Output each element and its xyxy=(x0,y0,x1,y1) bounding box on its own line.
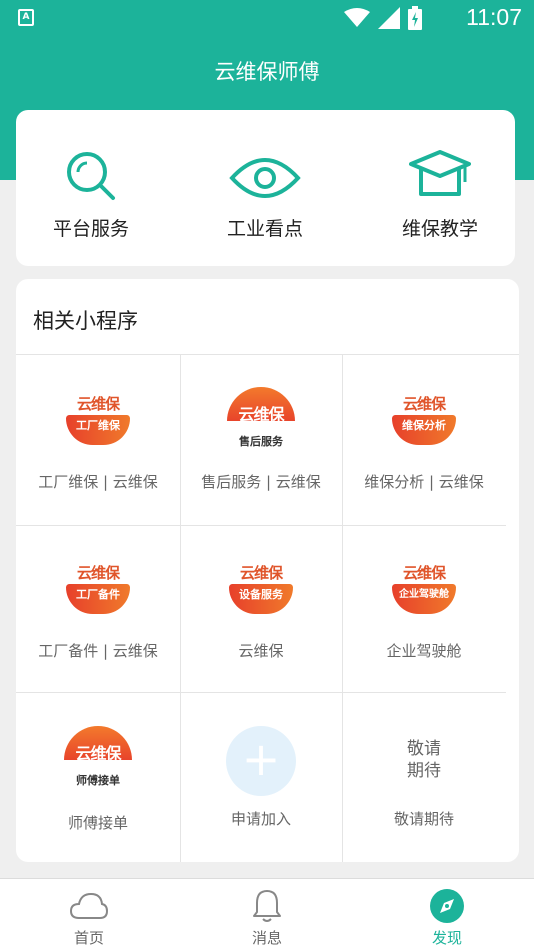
battery-icon xyxy=(408,6,422,30)
page-title: 云维保师傅 xyxy=(214,60,320,84)
divider xyxy=(16,354,519,355)
divider xyxy=(16,692,506,693)
mini-program-factory-maintenance[interactable]: 云维保 工厂维保 工厂维保 | 云维保 xyxy=(16,391,180,492)
quick-link-industry-watch[interactable]: 工业看点 xyxy=(190,146,340,241)
compass-icon xyxy=(430,889,464,923)
mini-programs-card: 相关小程序 云维保 工厂维保 工厂维保 | 云维保 云维保 售后服务 售后服务 … xyxy=(16,279,519,862)
mini-program-enterprise-cockpit[interactable]: 云维保 企业驾驶舱 企业驾驶舱 xyxy=(342,560,506,661)
quick-link-label: 平台服务 xyxy=(52,218,129,240)
mini-program-yunweibao[interactable]: 云维保 设备服务 云维保 xyxy=(180,560,342,661)
yunweibao-logo: 云维保 售后服务 xyxy=(225,387,297,455)
mini-program-caption: 工厂维保 | 云维保 xyxy=(38,473,158,491)
mini-program-caption: 售后服务 | 云维保 xyxy=(201,473,321,491)
tab-label: 消息 xyxy=(251,929,282,947)
mini-program-caption: 师傅接单 xyxy=(67,814,128,832)
mini-program-master-orders[interactable]: 云维保 师傅接单 师傅接单 xyxy=(16,726,180,833)
quick-link-label: 维保教学 xyxy=(401,218,478,240)
graduation-cap-icon xyxy=(409,150,471,196)
mini-program-maintenance-analysis[interactable]: 云维保 维保分析 维保分析 | 云维保 xyxy=(342,391,506,492)
apply-join-button[interactable]: + 申请加入 xyxy=(180,726,342,829)
section-title: 相关小程序 xyxy=(33,309,138,333)
tab-label: 发现 xyxy=(431,929,462,947)
quick-link-label: 工业看点 xyxy=(226,218,303,240)
wifi-icon xyxy=(344,8,370,27)
bell-icon xyxy=(253,890,281,922)
yunweibao-logo: 云维保 维保分析 xyxy=(388,391,460,453)
yunweibao-logo: 云维保 设备服务 xyxy=(225,560,297,622)
mini-program-caption: 云维保 xyxy=(238,642,284,660)
notification-icon: A xyxy=(18,9,34,26)
tab-home[interactable]: 首页 xyxy=(29,887,149,948)
yunweibao-logo: 云维保 师傅接单 xyxy=(62,726,134,794)
clock: 11:07 xyxy=(466,4,522,30)
mini-program-after-sales[interactable]: 云维保 售后服务 售后服务 | 云维保 xyxy=(180,387,342,492)
coming-soon-placeholder: 敬请 期待 xyxy=(407,739,441,781)
signal-icon xyxy=(378,7,400,29)
plus-icon: + xyxy=(226,726,296,796)
tab-label: 首页 xyxy=(73,929,104,947)
cloud-icon xyxy=(70,892,108,919)
mini-program-caption: 申请加入 xyxy=(230,810,291,828)
yunweibao-logo: 云维保 工厂维保 xyxy=(62,391,134,453)
bottom-tab-bar: 首页 消息 发现 xyxy=(0,878,534,950)
mini-program-caption: 维保分析 | 云维保 xyxy=(364,473,484,491)
quick-link-maintenance-teaching[interactable]: 维保教学 xyxy=(365,146,515,241)
eye-icon xyxy=(229,158,301,198)
mini-program-caption: 敬请期待 xyxy=(393,810,454,828)
coming-soon-tile: 敬请 期待 敬请期待 xyxy=(342,726,506,829)
divider xyxy=(16,525,506,526)
mini-program-factory-parts[interactable]: 云维保 工厂备件 工厂备件 | 云维保 xyxy=(16,560,180,661)
status-bar: A 11:07 xyxy=(0,0,534,36)
tab-discover[interactable]: 发现 xyxy=(387,887,507,948)
yunweibao-logo: 云维保 企业驾驶舱 xyxy=(388,560,460,622)
status-icons xyxy=(344,6,422,30)
mini-program-caption: 工厂备件 | 云维保 xyxy=(38,642,158,660)
search-icon xyxy=(67,152,115,200)
quick-link-platform-service[interactable]: 平台服务 xyxy=(16,146,166,241)
quick-links-card: 平台服务 工业看点 维保教学 xyxy=(16,110,515,266)
yunweibao-logo: 云维保 工厂备件 xyxy=(62,560,134,622)
mini-program-caption: 企业驾驶舱 xyxy=(386,642,462,660)
tab-messages[interactable]: 消息 xyxy=(207,887,327,948)
